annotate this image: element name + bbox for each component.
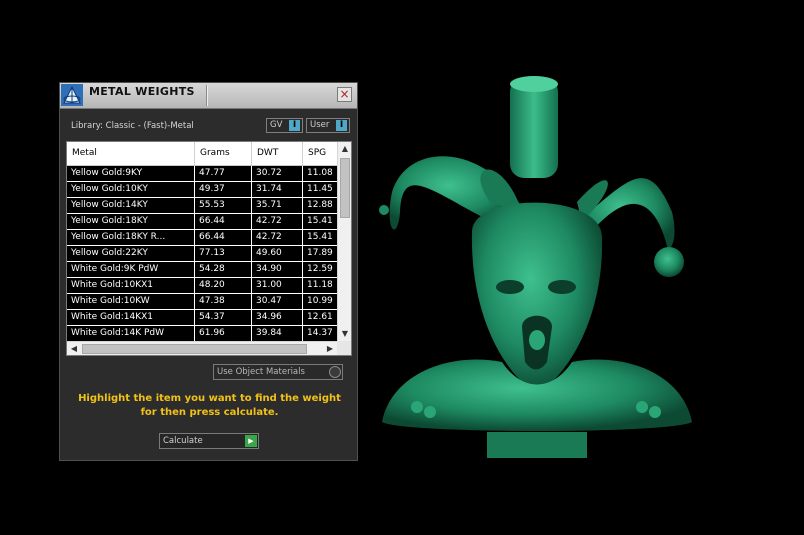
cell-spg: 14.37 <box>307 328 333 338</box>
cell-metal: White Gold:14K PdW <box>67 326 195 341</box>
table-row[interactable]: White Gold:10KX1 48.20 31.00 11.18 <box>67 278 337 294</box>
cell-grams: 49.37 <box>195 182 252 197</box>
scroll-up-arrow-icon[interactable]: ▲ <box>338 142 351 156</box>
cell-metal: Yellow Gold:18KY <box>67 214 195 229</box>
table-row[interactable]: White Gold:14KX1 54.37 34.96 12.61 <box>67 310 337 326</box>
cell-grams: 54.28 <box>195 262 252 277</box>
metal-weights-logo-icon <box>61 84 83 106</box>
table-header: Metal Grams DWT SPG <box>67 142 337 166</box>
gv-toggle[interactable]: GV I <box>266 118 303 133</box>
table-row[interactable]: Yellow Gold:18KY R... 66.44 42.72 15.41 <box>67 230 337 246</box>
vertical-scrollbar[interactable]: ▲ ▼ <box>337 142 351 341</box>
cell-grams: 47.77 <box>195 166 252 181</box>
instruction-text: Highlight the item you want to find the … <box>78 393 341 418</box>
checkbox-indicator-icon[interactable] <box>329 366 341 378</box>
calculate-button[interactable]: Calculate ▶ <box>159 433 259 449</box>
cell-grams: 61.96 <box>195 326 252 341</box>
cell-spg: 10.99 <box>307 296 333 306</box>
cell-dwt: 34.90 <box>252 262 303 277</box>
title-bar[interactable]: METAL WEIGHTS × <box>60 83 357 109</box>
cell-spg: 12.59 <box>307 264 333 274</box>
table-row[interactable]: Yellow Gold:9KY 47.77 30.72 11.08 <box>67 166 337 182</box>
cell-metal: White Gold:10KX1 <box>67 278 195 293</box>
use-object-materials-checkbox[interactable]: Use Object Materials <box>213 364 343 380</box>
cell-grams: 55.53 <box>195 198 252 213</box>
table-row[interactable]: Yellow Gold:22KY 77.13 49.60 17.89 <box>67 246 337 262</box>
cell-spg: 15.41 <box>307 216 333 226</box>
close-button[interactable]: × <box>337 87 352 102</box>
table-row[interactable]: White Gold:14K PdW 61.96 39.84 14.37 <box>67 326 337 342</box>
column-header-spg[interactable]: SPG <box>303 142 337 165</box>
user-toggle[interactable]: User I <box>306 118 350 133</box>
panel-title: METAL WEIGHTS <box>89 85 195 98</box>
cell-metal: Yellow Gold:22KY <box>67 246 195 261</box>
metal-table: Metal Grams DWT SPG Yellow Gold:9KY 47.77… <box>66 141 352 356</box>
cell-dwt: 31.00 <box>252 278 303 293</box>
table-row[interactable]: White Gold:9K PdW 54.28 34.90 12.59 <box>67 262 337 278</box>
cell-dwt: 42.72 <box>252 230 303 245</box>
cell-grams: 66.44 <box>195 214 252 229</box>
column-header-dwt[interactable]: DWT <box>252 142 303 165</box>
gv-toggle-indicator-icon[interactable]: I <box>289 120 300 131</box>
user-toggle-label: User <box>310 120 330 130</box>
cell-dwt: 30.72 <box>252 166 303 181</box>
cell-grams: 48.20 <box>195 278 252 293</box>
cell-spg: 15.41 <box>307 232 333 242</box>
cell-grams: 66.44 <box>195 230 252 245</box>
play-icon[interactable]: ▶ <box>245 435 257 447</box>
cell-metal: White Gold:14KX1 <box>67 310 195 325</box>
table-row[interactable]: White Gold:10KW 47.38 30.47 10.99 <box>67 294 337 310</box>
jester-pendant-3d-model <box>379 76 692 458</box>
horizontal-scroll-thumb[interactable] <box>82 344 307 354</box>
library-label: Library: Classic - (Fast)-Metal <box>71 121 194 131</box>
column-header-grams[interactable]: Grams <box>195 142 252 165</box>
cell-dwt: 35.71 <box>252 198 303 213</box>
vertical-scroll-thumb[interactable] <box>340 158 350 218</box>
cell-metal: Yellow Gold:14KY <box>67 198 195 213</box>
table-row[interactable]: Yellow Gold:18KY 66.44 42.72 15.41 <box>67 214 337 230</box>
cell-spg: 12.88 <box>307 200 333 210</box>
cell-metal: White Gold:9K PdW <box>67 262 195 277</box>
table-row[interactable]: Yellow Gold:14KY 55.53 35.71 12.88 <box>67 198 337 214</box>
cell-dwt: 42.72 <box>252 214 303 229</box>
cell-metal: White Gold:10KW <box>67 294 195 309</box>
cell-spg: 11.45 <box>307 184 333 194</box>
title-divider <box>206 85 208 106</box>
metal-weights-panel: METAL WEIGHTS × Library: Classic - (Fast… <box>59 82 358 461</box>
horizontal-scrollbar[interactable]: ◀ ▶ <box>67 341 337 355</box>
scrollbar-corner <box>337 341 351 355</box>
table-body: Yellow Gold:9KY 47.77 30.72 11.08 Yellow Go… <box>67 166 337 342</box>
table-row[interactable]: Yellow Gold:10KY 49.37 31.74 11.45 <box>67 182 337 198</box>
cell-dwt: 39.84 <box>252 326 303 341</box>
scroll-left-arrow-icon[interactable]: ◀ <box>67 342 81 355</box>
scroll-down-arrow-icon[interactable]: ▼ <box>338 327 351 341</box>
cell-metal: Yellow Gold:18KY R... <box>67 230 195 245</box>
column-header-metal[interactable]: Metal <box>67 142 195 165</box>
cell-spg: 12.61 <box>307 312 333 322</box>
cell-dwt: 49.60 <box>252 246 303 261</box>
use-object-materials-label: Use Object Materials <box>217 367 305 377</box>
cell-dwt: 34.96 <box>252 310 303 325</box>
cell-grams: 77.13 <box>195 246 252 261</box>
calculate-label: Calculate <box>163 436 203 446</box>
cell-metal: Yellow Gold:9KY <box>67 166 195 181</box>
user-toggle-indicator-icon[interactable]: I <box>336 120 347 131</box>
scroll-right-arrow-icon[interactable]: ▶ <box>323 342 337 355</box>
gv-toggle-label: GV <box>270 120 283 130</box>
cell-spg: 11.08 <box>307 168 333 178</box>
cell-spg: 17.89 <box>307 248 333 258</box>
cell-spg: 11.18 <box>307 280 333 290</box>
cell-grams: 47.38 <box>195 294 252 309</box>
cell-dwt: 31.74 <box>252 182 303 197</box>
cell-metal: Yellow Gold:10KY <box>67 182 195 197</box>
cell-dwt: 30.47 <box>252 294 303 309</box>
cell-grams: 54.37 <box>195 310 252 325</box>
